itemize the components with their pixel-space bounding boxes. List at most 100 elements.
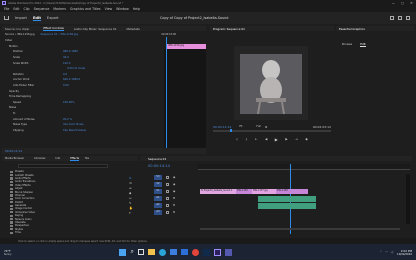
track-header[interactable]: A2 M — [140, 202, 198, 209]
edge-icon[interactable] — [158, 248, 166, 256]
effect-property-value[interactable]: 44.0 — [63, 56, 69, 59]
file-explorer-icon[interactable] — [147, 249, 155, 255]
effect-controls-timecode[interactable]: 00:00:14:14 — [5, 149, 22, 153]
clock-date[interactable]: 10/24/2022 — [397, 253, 412, 256]
track-label[interactable]: A1 — [154, 196, 162, 201]
program-timecode[interactable]: 00:00:14:14 — [213, 125, 231, 129]
tray-chevron-icon[interactable]: ⌃ — [380, 250, 383, 254]
program-viewer[interactable] — [234, 46, 308, 120]
wifi-icon[interactable]: ◠ — [385, 250, 388, 254]
effect-property-value[interactable]: Uniform Scale — [67, 67, 85, 70]
start-icon[interactable] — [119, 248, 127, 256]
effect-property-value[interactable]: Clip Result Values — [63, 129, 86, 132]
menu-markers[interactable]: Markers — [53, 7, 66, 11]
track-label[interactable]: V3 — [154, 175, 162, 180]
track-label[interactable]: V1 — [154, 189, 162, 194]
chrome-icon[interactable] — [191, 248, 199, 256]
mark-in-icon[interactable]: { — [236, 137, 238, 141]
tab-libraries[interactable]: Libraries — [34, 157, 45, 160]
tab-source[interactable]: Source: (no clips) — [5, 27, 29, 31]
track-header[interactable]: A3 M — [140, 209, 198, 216]
go-to-in-icon[interactable]: ⇤ — [255, 137, 258, 141]
tab-edit[interactable]: Edit — [32, 16, 41, 21]
tab-program[interactable]: Program: Sequence 01 — [213, 27, 245, 31]
lock-icon[interactable] — [166, 183, 169, 186]
menu-view[interactable]: View — [105, 7, 113, 11]
audio-clip-a2[interactable] — [258, 203, 316, 209]
track-header[interactable]: V3 ◉ — [140, 174, 198, 181]
effects-folder-item[interactable]: Time — [10, 231, 125, 234]
tab-effect-controls[interactable]: Effect Controls — [43, 26, 64, 31]
menu-help[interactable]: Help — [133, 7, 140, 11]
timeline-timecode[interactable]: 00:00:14:14 — [148, 164, 170, 168]
maximize-button[interactable]: □ — [398, 1, 407, 5]
play-icon[interactable]: ▶ — [275, 137, 278, 142]
effect-property-value[interactable]: 100.00% — [63, 101, 75, 104]
lock-icon[interactable] — [166, 176, 169, 179]
track-header[interactable]: V2 ◉ — [140, 181, 198, 188]
mark-out-icon[interactable]: } — [245, 137, 247, 141]
tab-essential-graphics[interactable]: Essential Graphics — [339, 27, 365, 31]
tab-export[interactable]: Export — [47, 16, 59, 20]
effect-property-value[interactable]: Use Color Noise — [63, 123, 83, 126]
menu-edit[interactable]: Edit — [13, 7, 19, 11]
effect-property-value[interactable]: 960.0 1080 — [63, 50, 78, 53]
menu-clip[interactable]: Clip — [24, 7, 30, 11]
export-frame-icon[interactable]: ◉ — [305, 137, 308, 141]
minimize-button[interactable]: — — [389, 1, 398, 5]
tab-markers[interactable]: Ma — [85, 157, 89, 160]
eye-icon[interactable]: ◉ — [173, 190, 175, 193]
lock-icon[interactable] — [166, 190, 169, 193]
program-playhead[interactable] — [230, 129, 232, 132]
tab-import[interactable]: Import — [15, 16, 27, 20]
track-header[interactable]: A1 M — [140, 195, 198, 202]
weather-widget[interactable]: 74°F Sunny — [4, 249, 11, 256]
mute-icon[interactable]: M — [173, 197, 175, 200]
type-tool-icon[interactable]: T — [129, 211, 137, 216]
lock-icon[interactable] — [166, 211, 169, 214]
effect-property-value[interactable]: 100.0 — [63, 62, 70, 65]
home-icon[interactable] — [4, 16, 9, 20]
tab-browse[interactable]: Browse — [342, 42, 352, 46]
menu-window[interactable]: Window — [116, 7, 129, 11]
timeline-zoom-scrollbar[interactable] — [200, 228, 400, 230]
photoshop-icon[interactable] — [202, 248, 210, 256]
mute-icon[interactable]: M — [173, 204, 175, 207]
eye-icon[interactable]: ◉ — [173, 183, 175, 186]
mute-icon[interactable]: M — [173, 211, 175, 214]
effect-property-value[interactable]: 0.00 — [63, 84, 69, 87]
menu-graphics[interactable]: Graphics and Titles — [70, 7, 101, 11]
tab-effects[interactable]: Effects — [70, 157, 80, 161]
lock-icon[interactable] — [166, 197, 169, 200]
task-view-icon[interactable] — [137, 249, 144, 255]
fullscreen-icon[interactable] — [406, 16, 410, 20]
playhead-line[interactable] — [166, 37, 167, 149]
effect-property-value[interactable]: 0.0 — [63, 73, 67, 76]
tab-graphics-edit[interactable]: Edit — [360, 42, 366, 47]
volume-icon[interactable]: ◁ — [391, 250, 393, 254]
track-label[interactable]: V2 — [154, 182, 162, 187]
premiere-taskbar-icon[interactable] — [213, 248, 221, 256]
source-clip-label[interactable]: Source • IMG-1156.jpg — [5, 33, 34, 36]
clip-fx-project2[interactable]: fx Project2_Isabella_Sound-1 — [200, 189, 236, 194]
track-label[interactable]: A3 — [154, 210, 162, 215]
step-back-icon[interactable]: ◀ — [265, 137, 267, 141]
effect-property-value[interactable]: 20.0 % — [63, 118, 72, 121]
go-to-out-icon[interactable]: ⇥ — [295, 137, 298, 141]
timeline-ruler[interactable] — [198, 164, 410, 170]
tab-metadata[interactable]: Metadata — [127, 27, 140, 31]
teams-icon[interactable] — [224, 248, 232, 256]
effects-search-input[interactable] — [18, 163, 108, 168]
mail-icon[interactable] — [180, 249, 188, 255]
tab-info[interactable]: Info — [55, 157, 60, 160]
track-header[interactable]: V1 ◉ — [140, 188, 198, 195]
wrench-icon[interactable]: ⚙ — [265, 125, 268, 129]
menu-file[interactable]: File — [4, 7, 9, 11]
clip-img-1157[interactable]: IMG-1157.jpg — [252, 189, 276, 194]
step-forward-icon[interactable]: ▶ — [285, 137, 287, 141]
effect-property-row[interactable]: Clipping Clip Result Values — [2, 127, 162, 133]
clip-img-1156[interactable]: IMG-1156 — [236, 189, 252, 194]
eye-icon[interactable]: ◉ — [173, 176, 175, 179]
fit-dropdown[interactable]: Fit — [239, 125, 242, 128]
lock-icon[interactable] — [166, 204, 169, 207]
